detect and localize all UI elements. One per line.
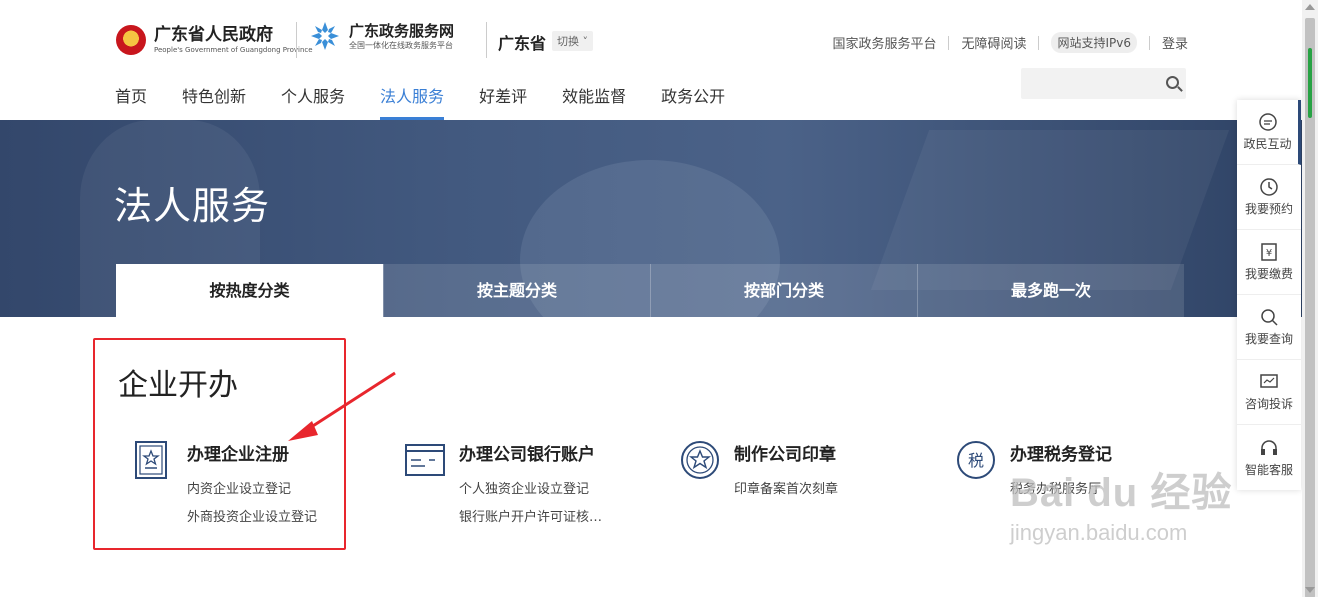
tab-by-theme[interactable]: 按主题分类 (383, 264, 650, 317)
card-title[interactable]: 办理公司银行账户 (459, 440, 595, 465)
watermark-url: jingyan.baidu.com (1010, 520, 1188, 545)
gd-service-portal-logo[interactable]: 广东政务服务网 全国一体化在线政务服务平台 (309, 20, 454, 52)
link-separator (948, 35, 950, 50)
clock-icon (1260, 178, 1278, 196)
magnifier-icon (1261, 309, 1278, 326)
nav-personal-services[interactable]: 个人服务 (281, 86, 345, 120)
main-nav: 首页 特色创新 个人服务 法人服务 好差评 效能监督 政务公开 (115, 86, 760, 120)
portal-name: 广东政务服务网 (349, 22, 455, 40)
gd-government-logo[interactable]: 广东省人民政府 People's Government of Guangdong… (116, 20, 313, 60)
card-link[interactable]: 外商投资企业设立登记 (187, 506, 317, 525)
search-input[interactable] (1021, 68, 1161, 99)
current-region: 广东省 (498, 34, 547, 53)
scroll-indicator (1308, 48, 1312, 118)
page-root: 广东省人民政府 People's Government of Guangdong… (0, 0, 1318, 597)
snowflake-logo-icon (311, 22, 339, 50)
category-tabs: 按热度分类 按主题分类 按部门分类 最多跑一次 (116, 264, 1184, 317)
nav-efficiency-supervision[interactable]: 效能监督 (562, 86, 626, 120)
svg-text:税: 税 (968, 451, 984, 470)
card-link[interactable]: 印章备案首次刻章 (734, 478, 838, 497)
bank-card-icon (405, 444, 445, 476)
gov-name-en: People's Government of Guangdong Provinc… (154, 46, 313, 54)
headset-icon (1261, 439, 1277, 455)
tab-one-visit-max[interactable]: 最多跑一次 (917, 264, 1184, 317)
header-divider (486, 22, 487, 58)
ipv6-badge: 网站支持IPv6 (1051, 32, 1137, 53)
card-link[interactable]: 内资企业设立登记 (187, 478, 291, 497)
header-divider (296, 22, 297, 58)
floating-sidebar: 政民互动 我要预约 ¥ 我要缴费 我要查询 咨询投诉 智能客服 (1237, 100, 1301, 490)
vertical-scrollbar[interactable] (1302, 0, 1318, 597)
region-switch-button[interactable]: 切换 ˅ (552, 31, 593, 51)
sidebar-inquiry[interactable]: 我要查询 (1237, 295, 1301, 360)
message-icon (1260, 374, 1278, 388)
tab-by-popularity[interactable]: 按热度分类 (116, 264, 383, 317)
nav-service-rating[interactable]: 好差评 (479, 86, 527, 120)
card-title[interactable]: 办理企业注册 (187, 440, 289, 465)
card-link[interactable]: 个人独资企业设立登记 (459, 478, 589, 497)
annotation-arrow-icon (288, 371, 396, 441)
portal-slogan: 全国一体化在线政务服务平台 (349, 41, 453, 50)
section-title: 企业开办 (118, 368, 238, 403)
scroll-down-arrow-icon[interactable] (1305, 587, 1315, 593)
switch-label: 切换 (557, 35, 579, 48)
payment-icon: ¥ (1261, 243, 1277, 261)
search-box (1021, 68, 1186, 99)
tax-icon: 税 (957, 441, 995, 479)
link-accessibility[interactable]: 无障碍阅读 (961, 33, 1026, 52)
hero-banner: 法人服务 按热度分类 按主题分类 按部门分类 最多跑一次 (0, 120, 1302, 317)
page-title: 法人服务 (114, 184, 271, 228)
link-separator (1148, 35, 1150, 50)
search-icon[interactable] (1166, 76, 1179, 89)
svg-text:¥: ¥ (1266, 248, 1272, 259)
certificate-icon (135, 441, 167, 479)
top-links: 国家政务服务平台 无障碍阅读 网站支持IPv6 登录 (832, 32, 1188, 53)
sidebar-citizen-interaction[interactable]: 政民互动 (1237, 100, 1301, 165)
nav-featured-innovation[interactable]: 特色创新 (182, 86, 246, 120)
gov-name: 广东省人民政府 (154, 25, 273, 45)
link-separator (1038, 35, 1040, 50)
sidebar-appointment[interactable]: 我要预约 (1237, 165, 1301, 230)
baidu-jingyan-watermark: Bai du 经验 jingyan.baidu.com (1010, 460, 1232, 546)
sidebar-smart-service[interactable]: 智能客服 (1237, 425, 1301, 490)
sidebar-label: 我要预约 (1244, 202, 1293, 216)
national-emblem-icon (116, 25, 146, 55)
link-national-platform[interactable]: 国家政务服务平台 (832, 33, 936, 52)
nav-legal-entity-services[interactable]: 法人服务 (380, 86, 445, 120)
sidebar-label: 我要查询 (1244, 332, 1293, 346)
sidebar-label: 我要缴费 (1244, 267, 1293, 281)
sidebar-complaint[interactable]: 咨询投诉 (1237, 360, 1301, 425)
tab-by-department[interactable]: 按部门分类 (650, 264, 917, 317)
sidebar-label: 咨询投诉 (1244, 397, 1293, 411)
nav-government-affairs[interactable]: 政务公开 (661, 86, 725, 120)
login-link[interactable]: 登录 (1162, 33, 1188, 52)
sidebar-label: 智能客服 (1244, 462, 1293, 477)
nav-home[interactable]: 首页 (115, 86, 147, 120)
card-title[interactable]: 制作公司印章 (734, 440, 836, 465)
chat-icon (1258, 113, 1277, 131)
watermark-main: Bai du 经验 (1010, 471, 1233, 515)
sidebar-label: 政民互动 (1243, 137, 1292, 151)
sidebar-payment[interactable]: ¥ 我要缴费 (1237, 230, 1301, 295)
scroll-up-arrow-icon[interactable] (1305, 4, 1315, 10)
seal-icon (681, 441, 719, 479)
chevron-down-icon: ˅ (579, 35, 588, 48)
card-link[interactable]: 银行账户开户许可证核… (459, 506, 602, 525)
